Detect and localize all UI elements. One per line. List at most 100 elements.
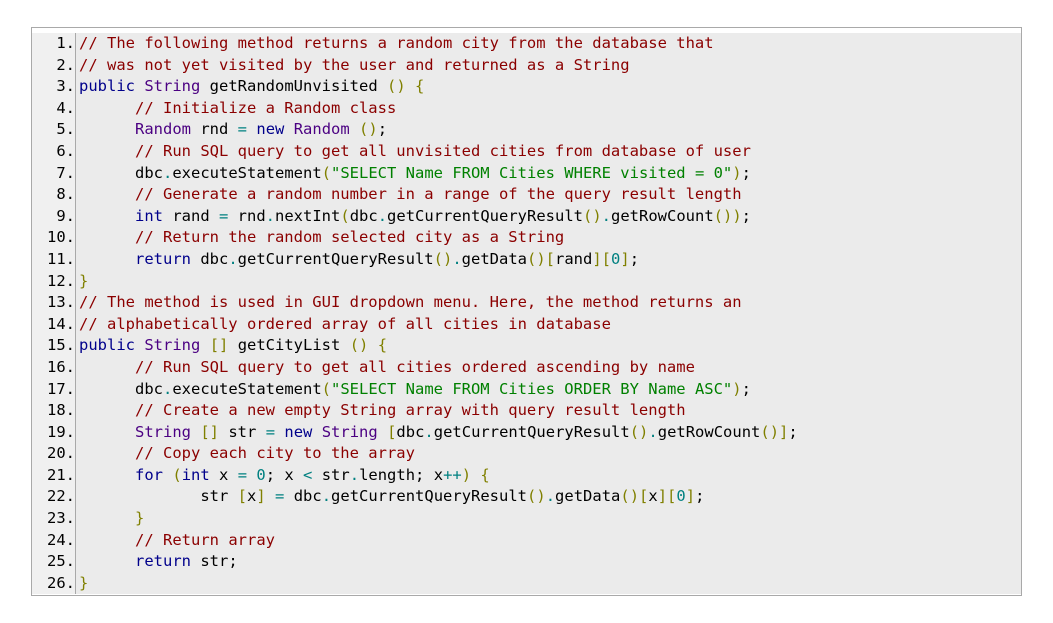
code-token-op: = bbox=[219, 206, 229, 225]
code-line: 11. return dbc.getCurrentQueryResult().g… bbox=[32, 248, 1021, 271]
code-token-type: String bbox=[144, 336, 201, 355]
code-token-op: . bbox=[228, 249, 238, 268]
code-token-plain: getRandomUnvisited bbox=[200, 77, 387, 96]
code-line: 22. str [x] = dbc.getCurrentQueryResult(… bbox=[32, 486, 1021, 509]
code-text: // Copy each city to the array bbox=[79, 443, 1021, 465]
code-token-punct: () bbox=[629, 422, 649, 441]
code-token-comment: // Run SQL query to get all cities order… bbox=[135, 357, 695, 376]
line-number-gutter: 7. bbox=[32, 162, 76, 185]
code-text: } bbox=[79, 508, 1021, 530]
code-token-punct: () bbox=[386, 77, 406, 96]
code-token-plain: ; bbox=[741, 379, 751, 398]
code-line: 2.// was not yet visited by the user and… bbox=[32, 54, 1021, 77]
code-token-op: . bbox=[163, 163, 173, 182]
line-number: 17. bbox=[47, 379, 75, 398]
line-number: 23. bbox=[47, 509, 75, 528]
code-token-plain: dbc bbox=[191, 249, 229, 268]
code-line: 21. for (int x = 0; x < str.length; x++)… bbox=[32, 464, 1021, 487]
line-number-gutter: 8. bbox=[32, 184, 76, 206]
code-token-plain: dbc bbox=[349, 206, 378, 225]
code-text: Random rnd = new Random (); bbox=[79, 119, 1021, 141]
code-token-plain: getCurrentQueryResult bbox=[331, 487, 528, 506]
code-text: // Run SQL query to get all unvisited ci… bbox=[79, 141, 1021, 163]
code-token-op: < bbox=[303, 465, 313, 484]
code-token-punct: () bbox=[583, 206, 602, 225]
code-line: 23. } bbox=[32, 508, 1021, 530]
code-token-comment: // Return the random selected city as a … bbox=[135, 228, 565, 247]
code-token-punct: ) bbox=[461, 465, 472, 484]
code-token-plain: rnd bbox=[228, 206, 266, 225]
code-text: public String getRandomUnvisited () { bbox=[79, 76, 1021, 98]
code-token-punct: ][ bbox=[592, 249, 611, 268]
code-token-type: String bbox=[321, 422, 378, 441]
code-token-keyword: public bbox=[79, 77, 135, 96]
code-token-plain: getData bbox=[555, 487, 621, 506]
code-token-type: Random bbox=[293, 120, 350, 139]
code-line: 4. // Initialize a Random class bbox=[32, 97, 1021, 120]
code-token-number: 0 bbox=[256, 465, 266, 484]
code-token-plain: ; bbox=[629, 249, 640, 268]
code-text: str [x] = dbc.getCurrentQueryResult().ge… bbox=[79, 486, 1021, 508]
code-token-plain: x bbox=[247, 487, 257, 506]
code-token-keyword: return bbox=[135, 552, 191, 571]
code-text: dbc.executeStatement("SELECT Name FROM C… bbox=[79, 163, 1021, 185]
line-number: 4. bbox=[56, 98, 75, 117]
code-text: // alphabetically ordered array of all c… bbox=[79, 314, 1021, 336]
line-number-gutter: 24. bbox=[32, 529, 76, 552]
code-token-plain: x bbox=[209, 465, 238, 484]
code-token-punct: [ bbox=[639, 487, 649, 506]
code-token-plain: getRowCount bbox=[611, 206, 714, 225]
code-token-punct: () bbox=[359, 120, 378, 139]
code-token-plain: x bbox=[648, 487, 658, 506]
code-token-punct: () bbox=[349, 336, 369, 355]
code-line: 15. public String [] getCityList () { bbox=[32, 335, 1021, 357]
code-text: } bbox=[79, 271, 1021, 293]
code-token-plain: dbc bbox=[396, 422, 425, 441]
code-token-punct: [ bbox=[237, 487, 247, 506]
code-token-punct: ] bbox=[256, 487, 266, 506]
code-line: 3. public String getRandomUnvisited () { bbox=[32, 76, 1021, 98]
line-number: 11. bbox=[47, 249, 75, 268]
code-token-comment: // Copy each city to the array bbox=[135, 444, 415, 463]
code-token-op: . bbox=[424, 422, 434, 441]
line-number: 9. bbox=[56, 206, 75, 225]
code-token-comment: // was not yet visited by the user and r… bbox=[79, 55, 630, 74]
line-number-gutter: 13. bbox=[32, 292, 76, 314]
code-body: 1.// The following method returns a rand… bbox=[32, 33, 1021, 595]
line-number-gutter: 23. bbox=[32, 508, 76, 530]
line-number-gutter: 10. bbox=[32, 227, 76, 249]
code-token-punct: [ bbox=[387, 422, 397, 441]
code-token-punct: ( bbox=[321, 163, 331, 182]
code-token-punct: } bbox=[79, 573, 89, 592]
code-token-comment: // Create a new empty String array with … bbox=[135, 401, 686, 420]
line-number: 3. bbox=[56, 77, 75, 96]
line-number-gutter: 12. bbox=[32, 270, 76, 293]
code-token-string: "SELECT Name FROM Cities WHERE visited =… bbox=[331, 163, 733, 182]
code-text: // Create a new empty String array with … bbox=[79, 400, 1021, 422]
line-number: 12. bbox=[47, 271, 75, 290]
code-token-plain: ; bbox=[741, 206, 752, 225]
code-line: 6. // Run SQL query to get all unvisited… bbox=[32, 140, 1021, 163]
code-token-plain: ; bbox=[741, 163, 751, 182]
code-token-op: . bbox=[163, 379, 173, 398]
line-number: 2. bbox=[56, 55, 75, 74]
code-token-keyword: int bbox=[181, 465, 210, 484]
code-text: // The method is used in GUI dropdown me… bbox=[79, 292, 1021, 314]
code-token-punct: { bbox=[415, 77, 425, 96]
code-token-plain: executeStatement bbox=[172, 163, 322, 182]
code-token-punct: [] bbox=[200, 422, 220, 441]
code-token-keyword: int bbox=[135, 206, 163, 225]
code-token-punct: } bbox=[79, 271, 89, 290]
code-token-op: = bbox=[265, 422, 276, 441]
line-number: 13. bbox=[47, 293, 75, 312]
